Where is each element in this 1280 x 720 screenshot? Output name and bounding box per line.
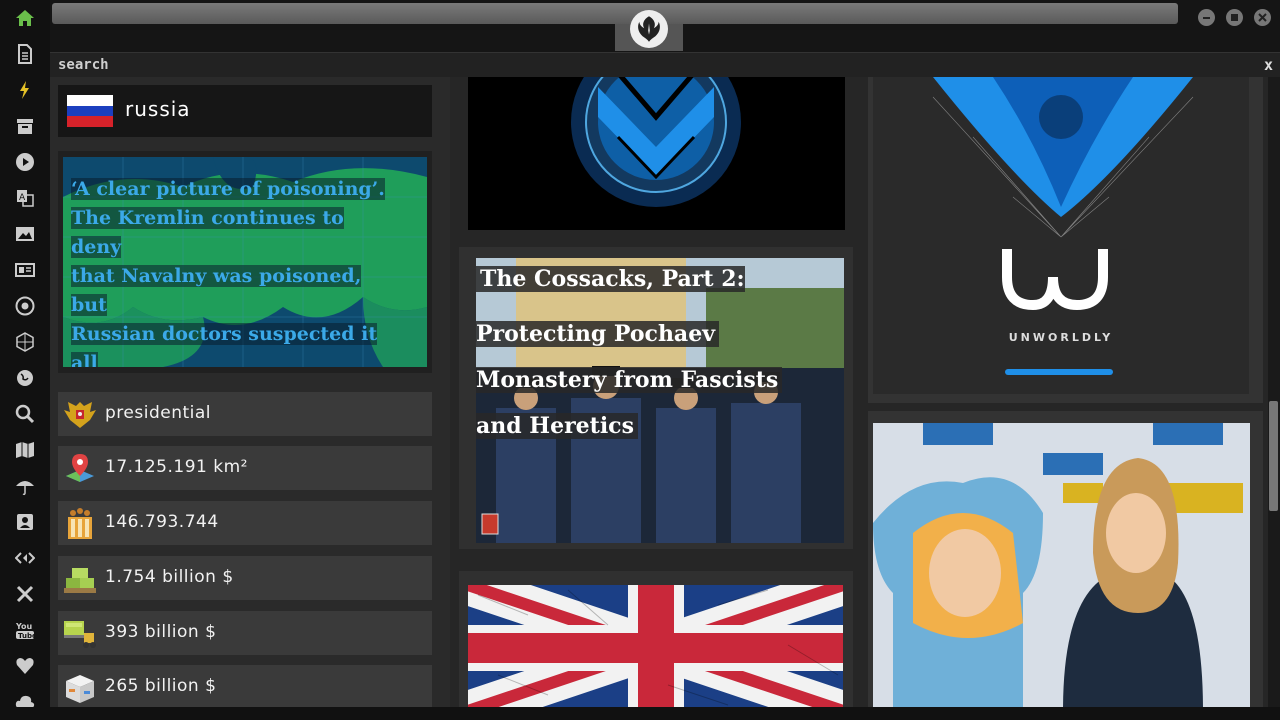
world-icon[interactable]: [13, 366, 37, 390]
news-card[interactable]: ‘A clear picture of poisoning’. The Krem…: [58, 151, 432, 373]
news-headline: ‘A clear picture of poisoning’. The Krem…: [71, 175, 391, 367]
rebel-alliance-logo-icon: [630, 10, 668, 48]
contact-icon[interactable]: [13, 510, 37, 534]
stat-text: 265 billion $: [105, 676, 217, 696]
close-window-icon[interactable]: [1254, 9, 1271, 26]
media-column-2: The Cossacks, Part 2: Protecting Pochaev…: [457, 77, 855, 707]
icon-rail: A You Tube: [0, 0, 50, 720]
cossack-title-line: The Cossacks, Part 2:: [476, 266, 745, 292]
stat-imports: 265 billion $: [58, 665, 432, 707]
lightning-icon[interactable]: [13, 78, 37, 102]
stat-text: 393 billion $: [105, 622, 217, 642]
coat-of-arms-icon: [64, 402, 96, 428]
people-icon: [68, 508, 92, 539]
stat-population: 146.793.744: [58, 501, 432, 545]
maximize-icon[interactable]: [1226, 9, 1243, 26]
boxes-icon: [66, 675, 94, 703]
search-label: search: [58, 57, 109, 73]
svg-text:You: You: [15, 622, 33, 631]
scrollbar[interactable]: [1268, 77, 1280, 707]
unworldly-card[interactable]: UNWORLDLY: [868, 77, 1263, 403]
map-icon[interactable]: [13, 438, 37, 462]
shield-emblem-image: [468, 77, 845, 230]
cossack-photo: The Cossacks, Part 2: Protecting Pochaev…: [476, 258, 844, 543]
youtube-icon[interactable]: You Tube: [13, 618, 37, 642]
stat-area: 17.125.191 km²: [58, 446, 432, 490]
news-headline-line: Russian doctors suspected it all: [71, 323, 378, 367]
translate-icon[interactable]: A: [13, 186, 37, 210]
play-icon[interactable]: [13, 150, 37, 174]
news-headline-line: ‘A clear picture of poisoning’.: [71, 178, 385, 200]
image-icon[interactable]: [13, 222, 37, 246]
globe-hex-icon[interactable]: [13, 330, 37, 354]
news-icon[interactable]: [13, 258, 37, 282]
russia-flag-icon: [67, 95, 113, 127]
stat-text: presidential: [105, 403, 211, 423]
top-bar: [50, 0, 1280, 52]
cossack-title-line: Protecting Pochaev: [476, 321, 719, 347]
search-header: search x: [50, 52, 1280, 77]
close-search-button[interactable]: x: [1264, 56, 1273, 74]
union-jack-image: [468, 585, 843, 707]
country-header[interactable]: russia: [58, 85, 432, 137]
svg-text:Tube: Tube: [18, 632, 35, 640]
app-window: A You Tube search x russia ‘A clear pict…: [0, 0, 1280, 720]
minimize-icon[interactable]: [1198, 9, 1215, 26]
news-map-image: ‘A clear picture of poisoning’. The Krem…: [63, 157, 427, 367]
cossack-article-card[interactable]: The Cossacks, Part 2: Protecting Pochaev…: [459, 247, 853, 549]
results-panel: russia ‘A clear picture of poisoning’. T…: [50, 77, 1268, 707]
comic-con-photo-card[interactable]: [868, 411, 1263, 707]
stat-text: 1.754 billion $: [105, 567, 234, 587]
bottom-strip: [0, 707, 1280, 720]
country-name: russia: [125, 97, 191, 121]
stat-government: presidential: [58, 392, 432, 436]
stat-text: 17.125.191 km²: [105, 457, 248, 477]
cossack-title-line: Monastery from Fascists: [476, 367, 783, 393]
media-column-3: UNWORLDLY: [863, 77, 1268, 707]
shield-emblem-card[interactable]: [468, 77, 845, 230]
forklift-money-icon: [64, 621, 96, 648]
country-column: russia ‘A clear picture of poisoning’. T…: [50, 77, 450, 707]
archive-icon[interactable]: [13, 114, 37, 138]
comic-con-photo: [873, 423, 1250, 707]
stat-gdp: 1.754 billion $: [58, 556, 432, 600]
unworldly-artwork: UNWORLDLY: [873, 77, 1249, 394]
money-pallet-icon: [64, 568, 96, 593]
umbrella-icon[interactable]: [13, 474, 37, 498]
address-bar[interactable]: [52, 3, 1178, 24]
map-pin-icon: [66, 454, 94, 482]
scroll-thumb[interactable]: [1269, 401, 1278, 511]
home-icon[interactable]: [13, 6, 37, 30]
stat-text: 146.793.744: [105, 512, 219, 532]
tools-icon[interactable]: [13, 582, 37, 606]
heart-icon[interactable]: [13, 654, 37, 678]
document-icon[interactable]: [13, 42, 37, 66]
aperture-icon[interactable]: [13, 294, 37, 318]
svg-text:A: A: [19, 193, 26, 203]
search-icon[interactable]: [13, 402, 37, 426]
unworldly-brand-text: UNWORLDLY: [1008, 331, 1114, 344]
cossack-title-line: and Heretics: [476, 413, 638, 439]
code-icon[interactable]: [13, 546, 37, 570]
stat-exports: 393 billion $: [58, 611, 432, 655]
news-headline-line: The Kremlin continues to deny: [71, 207, 344, 258]
news-headline-line: that Navalny was poisoned, but: [71, 265, 362, 316]
uk-flag-card[interactable]: [459, 571, 853, 707]
